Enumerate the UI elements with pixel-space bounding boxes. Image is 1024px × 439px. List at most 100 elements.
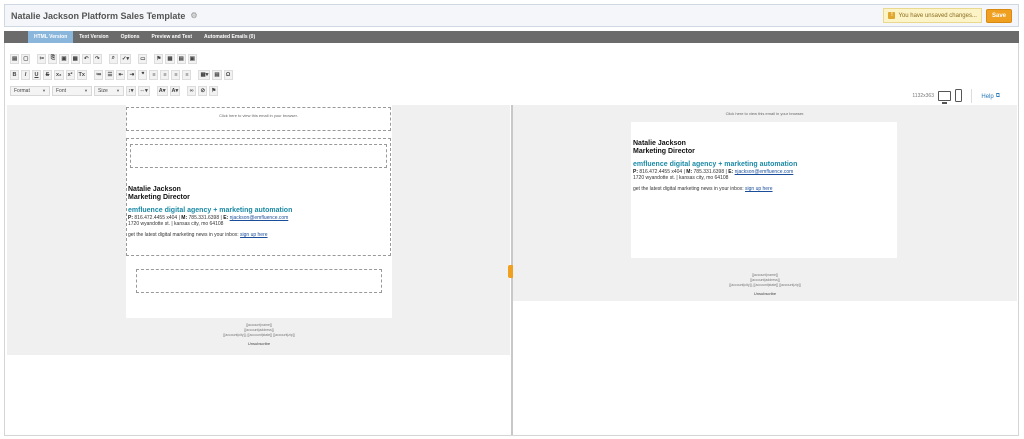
preview-unsubscribe-link[interactable]: Unsubscribe: [513, 291, 1017, 296]
tab-html-version[interactable]: HTML Version: [28, 31, 74, 43]
size-label: Size: [98, 87, 108, 94]
preview-footer-city: [[account|city]], [[account|state]] [[ac…: [729, 283, 801, 287]
horizontal-line-icon[interactable]: ▤: [212, 69, 222, 80]
preview-view-in-browser[interactable]: Click here to view this email in your br…: [513, 111, 1017, 116]
subscript-icon[interactable]: x₂: [54, 69, 64, 80]
bulleted-list-icon[interactable]: ☰: [105, 69, 115, 80]
format-label: Format: [14, 87, 30, 94]
spellcheck-icon[interactable]: ✓▾: [119, 53, 132, 64]
footer-city: [[account|city]], [[account|state]] [[ac…: [223, 333, 295, 337]
email-label: E:: [223, 215, 229, 221]
html-editor-pane[interactable]: Click here to view this email in your br…: [7, 105, 510, 355]
spacing-icon[interactable]: ⇔▾: [137, 85, 150, 96]
bold-icon[interactable]: B: [10, 69, 19, 80]
line-height-icon[interactable]: ↕▾: [126, 85, 136, 96]
preview-sig-name: Natalie Jackson: [633, 140, 686, 147]
preview-footer: [[account|name]] [[account|address]] [[a…: [513, 273, 1017, 296]
source-icon[interactable]: ▤: [10, 53, 20, 64]
text-color-icon[interactable]: A▾: [156, 85, 168, 96]
link-icon[interactable]: ∞: [187, 85, 197, 96]
cut-icon[interactable]: ✂: [37, 53, 47, 64]
tab-automated-emails[interactable]: Automated Emails (0): [198, 31, 261, 43]
omega-icon[interactable]: Ω: [223, 69, 233, 80]
desktop-icon[interactable]: [938, 90, 951, 104]
preview-sig-role: Marketing Director: [633, 148, 695, 155]
font-label: Font: [56, 87, 67, 94]
settings-icon[interactable]: ⚙: [190, 11, 197, 20]
redo-icon[interactable]: ↷: [92, 53, 102, 64]
help-label: Help: [981, 93, 994, 100]
new-page-icon[interactable]: ▢: [21, 53, 31, 64]
outdent-icon[interactable]: ⇤: [116, 69, 126, 80]
justify-icon[interactable]: ≡: [182, 69, 192, 80]
tab-options[interactable]: Options: [115, 31, 146, 43]
unsaved-changes-text: You have unsaved changes...: [898, 12, 977, 19]
anchor-icon[interactable]: ⚑: [154, 53, 164, 64]
remove-format-icon[interactable]: Tx: [76, 69, 87, 80]
email-link[interactable]: njackson@emfluence.com: [230, 215, 289, 221]
paste-text-icon[interactable]: ▦: [70, 53, 80, 64]
mobile-icon[interactable]: [955, 89, 962, 102]
superscript-icon[interactable]: x²: [65, 69, 75, 80]
align-center-icon[interactable]: ≡: [160, 69, 170, 80]
view-in-browser-block[interactable]: Click here to view this email in your br…: [126, 107, 391, 131]
indent-icon[interactable]: ⇥: [127, 69, 137, 80]
preview-email-label: E:: [728, 169, 734, 175]
strikethrough-icon[interactable]: S: [43, 69, 52, 80]
flag-icon[interactable]: ⚑: [209, 85, 219, 96]
table-icon[interactable]: ▦: [165, 53, 175, 64]
special-char-icon[interactable]: ▣: [187, 53, 197, 64]
sig-name: Natalie Jackson: [128, 186, 181, 193]
unlink-icon[interactable]: ⊘: [198, 85, 208, 96]
image-icon[interactable]: ▭: [138, 53, 148, 64]
warning-icon: !: [888, 12, 896, 19]
horizontal-rule-icon[interactable]: ▤: [176, 53, 186, 64]
preview-email-link[interactable]: njackson@emfluence.com: [735, 169, 794, 175]
view-in-browser-text[interactable]: Click here to view this email in your br…: [127, 113, 390, 118]
news-text: get the latest digital marketing news in…: [128, 232, 239, 238]
paste-icon[interactable]: ▣: [59, 53, 69, 64]
external-link-icon: ⧉: [995, 93, 1000, 99]
size-select[interactable]: Size ▼: [94, 85, 124, 96]
resolution-label: 1132x363: [912, 92, 934, 99]
live-preview-pane: Click here to view this email in your br…: [513, 105, 1017, 301]
email-body-editable[interactable]: Click here to view this email in your br…: [126, 105, 392, 355]
numbered-list-icon[interactable]: ≔: [93, 69, 104, 80]
page-title-text: Natalie Jackson Platform Sales Template: [11, 10, 186, 21]
format-select[interactable]: Format ▼: [10, 85, 50, 96]
device-preview-controls: 1132x363: [912, 89, 962, 104]
preview-sig-company: emfluence digital agency + marketing aut…: [633, 161, 798, 168]
find-icon[interactable]: ⌕: [108, 53, 118, 64]
table-insert-icon[interactable]: ▦▾: [198, 69, 211, 80]
underline-icon[interactable]: U: [32, 69, 41, 80]
save-button[interactable]: Save: [985, 8, 1012, 23]
preview-signup-link[interactable]: sign up here: [745, 186, 773, 192]
sig-company: emfluence digital agency + marketing aut…: [128, 207, 293, 214]
content-placeholder[interactable]: [136, 269, 382, 293]
font-select[interactable]: Font ▼: [52, 85, 92, 96]
page-title: Natalie Jackson Platform Sales Template …: [11, 11, 198, 21]
unsaved-changes-notice: ! You have unsaved changes...: [883, 8, 982, 23]
rich-text-toolbar: ▤ ▢ ✂ ⎘ ▣ ▦ ↶ ↷ ⌕ ✓▾ ▭ ⚑ ▦ ▤ ▣ B I U S x…: [10, 51, 1010, 104]
preview-news-text: get the latest digital marketing news in…: [633, 186, 744, 192]
editor-area: ▤ ▢ ✂ ⎘ ▣ ▦ ↶ ↷ ⌕ ✓▾ ▭ ⚑ ▦ ▤ ▣ B I U S x…: [4, 43, 1019, 436]
sig-address: 1720 wyandotte st. | kansas city, mo 641…: [128, 221, 224, 227]
italic-icon[interactable]: I: [21, 69, 30, 80]
bg-color-icon[interactable]: A▾: [169, 85, 181, 96]
align-right-icon[interactable]: ≡: [171, 69, 181, 80]
help-link[interactable]: Help ⧉: [981, 93, 1000, 100]
preview-email-body: Natalie Jackson Marketing Director emflu…: [631, 122, 897, 258]
align-left-icon[interactable]: ≡: [149, 69, 159, 80]
preview-sig-news: get the latest digital marketing news in…: [633, 186, 895, 192]
tab-preview-and-test[interactable]: Preview and Test: [146, 31, 198, 43]
editor-tabs: HTML Version Text Version Options Previe…: [4, 31, 1019, 43]
logo-placeholder[interactable]: [130, 144, 387, 168]
email-footer: [[account|name]] [[account|address]] [[a…: [126, 318, 392, 355]
tab-text-version[interactable]: Text Version: [73, 31, 114, 43]
copy-icon[interactable]: ⎘: [48, 53, 58, 64]
blockquote-icon[interactable]: ❞: [138, 69, 148, 80]
undo-icon[interactable]: ↶: [81, 53, 91, 64]
signup-link[interactable]: sign up here: [240, 232, 268, 238]
unsubscribe-link[interactable]: Unsubscribe: [126, 341, 392, 346]
preview-sig-address: 1720 wyandotte st. | kansas city, mo 641…: [633, 175, 729, 181]
